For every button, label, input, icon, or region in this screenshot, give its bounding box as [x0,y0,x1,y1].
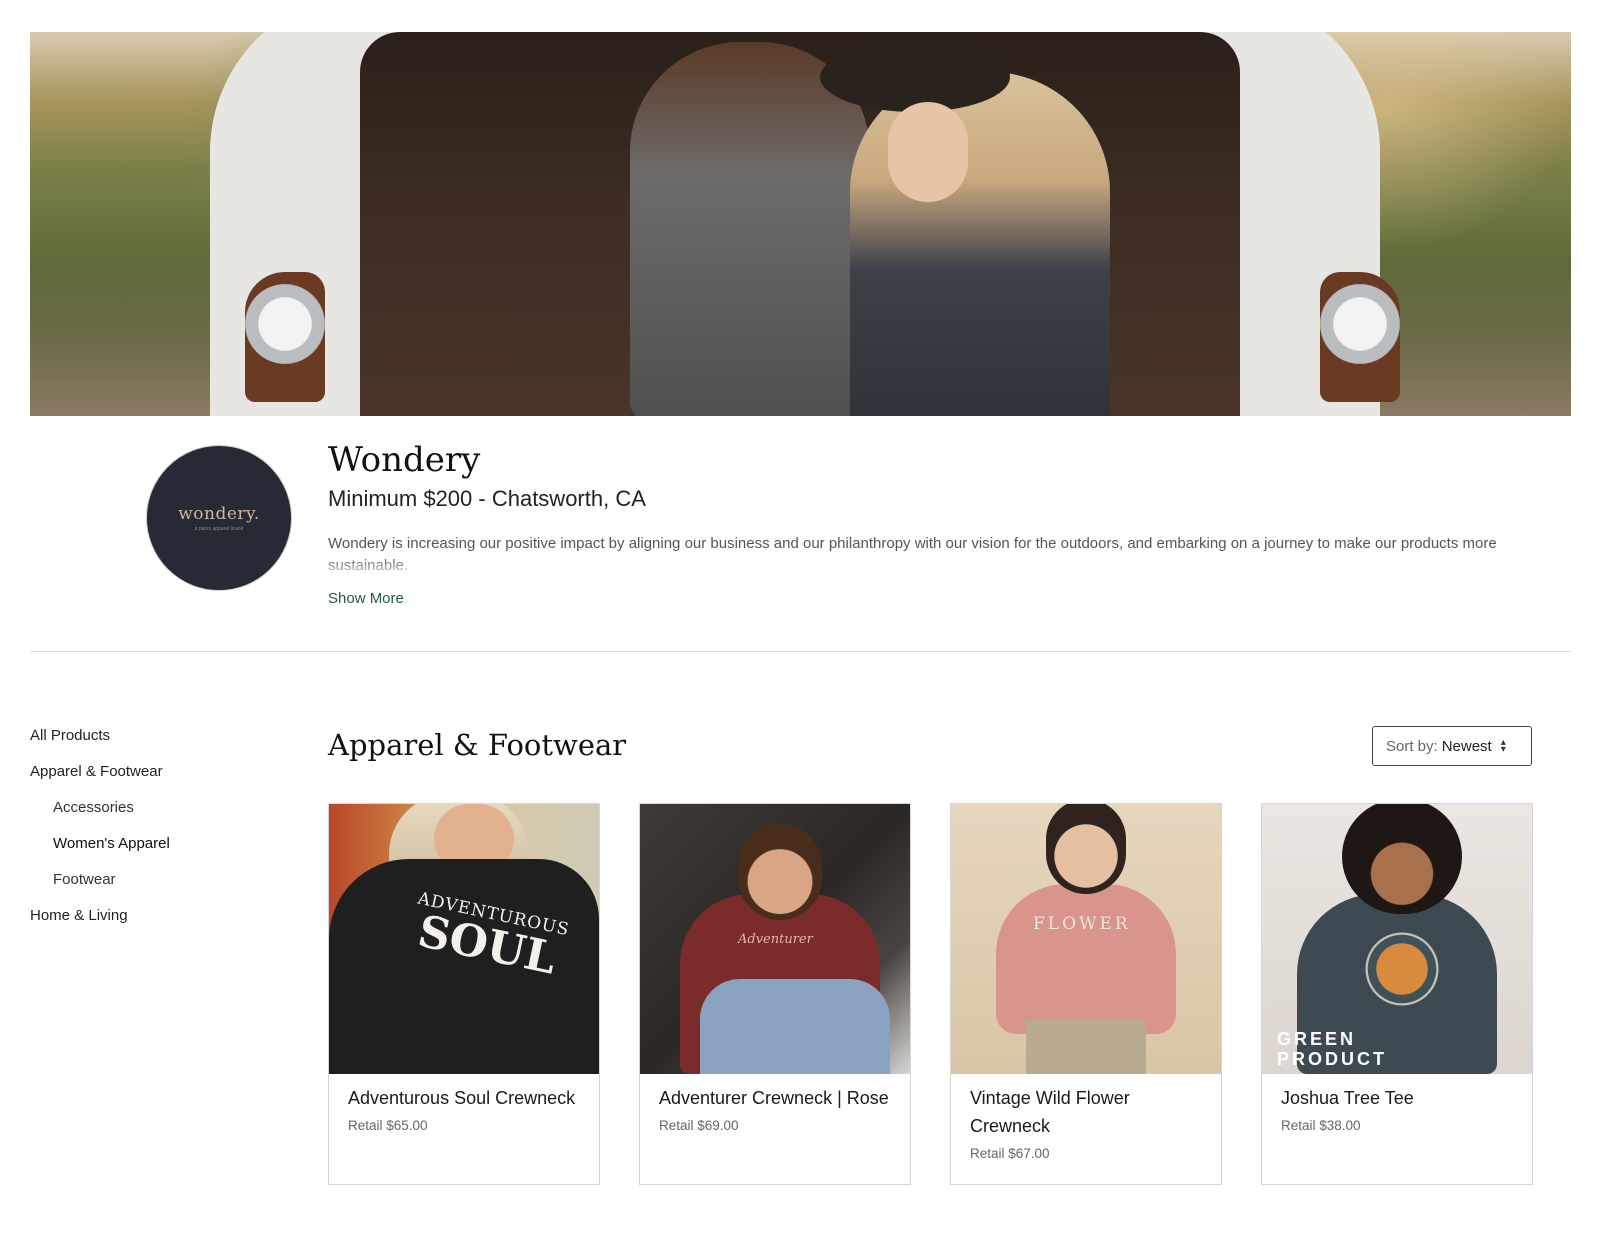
sort-label: Sort by: [1386,737,1438,755]
section-title: Apparel & Footwear [328,728,627,762]
product-name[interactable]: Vintage Wild Flower Crewneck [951,1074,1221,1140]
green-product-badge: GREEN PRODUCT [1277,1029,1387,1069]
product-name[interactable]: Joshua Tree Tee [1262,1074,1532,1112]
product-image: ADVENTUROUS SOUL [329,804,599,1074]
sort-dropdown[interactable]: Sort by: Newest ▴ ▾ [1372,726,1532,766]
product-card[interactable]: Adventurer Adventurer Crewneck | Rose Re… [639,803,911,1185]
brand-name: Wondery [328,440,481,480]
product-price: Retail $69.00 [659,1118,739,1133]
product-image: Adventurer [640,804,910,1074]
product-price: Retail $67.00 [970,1146,1050,1161]
green-product-line1: GREEN [1277,1029,1357,1049]
product-card[interactable]: GREEN PRODUCT Joshua Tree Tee Retail $38… [1261,803,1533,1185]
section-divider [30,651,1571,652]
category-sidebar: All Products Apparel & Footwear Accessor… [30,726,170,942]
sidebar-item-womens-apparel[interactable]: Women's Apparel [30,834,170,870]
sidebar-item-footwear[interactable]: Footwear [30,870,170,906]
brand-description: Wondery is increasing our positive impac… [328,535,1497,574]
product-card[interactable]: FLOWER Vintage Wild Flower Crewneck Reta… [950,803,1222,1185]
taillight-left [245,272,325,402]
sidebar-item-apparel-footwear[interactable]: Apparel & Footwear [30,762,170,798]
model-head [738,824,822,920]
product-price: Retail $65.00 [348,1118,428,1133]
tee-graphic [1362,929,1442,1009]
model-jeans [700,979,890,1074]
sidebar-item-home-living[interactable]: Home & Living [30,906,170,942]
hero-banner-image [30,32,1571,416]
brand-subtitle: Minimum $200 - Chatsworth, CA [328,486,646,511]
person-left [630,42,870,416]
sort-arrows-icon: ▴ ▾ [1500,737,1506,755]
face [888,102,968,202]
green-product-line2: PRODUCT [1277,1049,1387,1069]
product-card[interactable]: ADVENTUROUS SOUL Adventurous Soul Crewne… [328,803,600,1185]
product-image: FLOWER [951,804,1221,1074]
taillight-right [1320,272,1400,402]
product-price: Retail $38.00 [1281,1118,1361,1133]
shirt-print: Adventurer [738,932,813,947]
brand-logo-tagline: a parks apparel brand [194,526,244,532]
sidebar-item-all-products[interactable]: All Products [30,726,170,762]
brand-logo-text: wondery. [178,504,260,524]
model-head [1342,804,1462,914]
product-name[interactable]: Adventurer Crewneck | Rose [640,1074,910,1112]
model-pants [1026,1019,1146,1074]
person-right [850,72,1110,416]
product-name[interactable]: Adventurous Soul Crewneck [329,1074,599,1112]
model-sweatshirt [996,884,1176,1034]
show-more-link[interactable]: Show More [328,590,404,607]
brand-logo: wondery. a parks apparel brand [146,445,292,591]
shirt-print: FLOWER [1033,914,1131,934]
sort-value: Newest [1441,737,1492,755]
model-head [1046,804,1126,894]
sidebar-item-accessories[interactable]: Accessories [30,798,170,834]
product-image: GREEN PRODUCT [1262,804,1532,1074]
hat [820,42,1010,112]
